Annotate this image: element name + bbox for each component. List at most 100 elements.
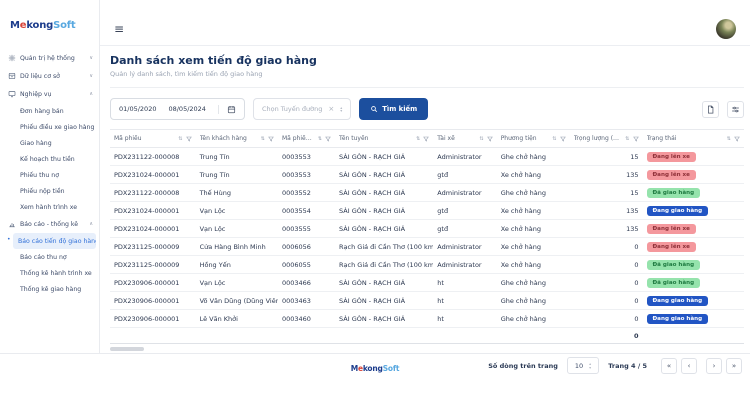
filter-icon[interactable] [734,136,740,142]
column-header-phuong_tien[interactable]: Phương tiện⇅ [497,130,570,148]
cell-ma_phieu: PDX230906-000001 [110,292,196,310]
filter-icon[interactable] [186,136,192,142]
prev-page-button[interactable]: ‹ [681,358,697,374]
cell-ten_khach_hang: Lê Văn Khởi [196,310,278,328]
table-row[interactable]: PDX231024-000001Vạn Lộc0003555SÀI GÒN - … [110,220,744,238]
filter-icon[interactable] [325,136,331,142]
sidebar-item[interactable]: Thống kê giao hàng [0,281,99,297]
last-page-button[interactable]: » [726,358,742,374]
clear-icon[interactable]: × [328,105,334,113]
column-header-ma_phieu[interactable]: Mã phiếu⇅ [110,130,196,148]
export-file-button[interactable] [702,101,719,118]
sort-icon[interactable]: ⇅ [416,136,420,142]
cell-trang_thai: Đang lên xe [643,166,745,184]
total-weight: 0 [110,328,643,344]
cell-ma_phieu: PDX231122-000008 [110,184,196,202]
cell-trong_luong: 15 [570,184,643,202]
sliders-icon [731,105,740,114]
main-area: ≡ Danh sách xem tiến độ giao hàng Quản l… [100,0,750,353]
rows-per-page-select[interactable]: 10 ▴▾ [567,357,599,374]
content: Danh sách xem tiến độ giao hàng Quản lý … [100,46,750,353]
sidebar-section-quan-tri-he-thong[interactable]: Quản trị hệ thống∨ [0,49,99,67]
sidebar-item[interactable]: Phiếu điều xe giao hàng [0,119,99,135]
cell-ma_phieu: PDX231125-000009 [110,238,196,256]
sidebar-item[interactable]: Kế hoạch thu tiền [0,151,99,167]
brand-logo[interactable]: MekongSoft [0,20,99,31]
calendar-icon[interactable] [218,105,236,114]
column-header-trong_luong[interactable]: Trọng lượng (kg)⇅ [570,130,643,148]
date-range-input[interactable]: 01/05/2020 08/05/2024 [110,98,245,120]
table-row[interactable]: PDX231024-000001Trung Tín0003553SÀI GÒN … [110,166,744,184]
table-row[interactable]: PDX231125-000009Cửa Hàng Bình Minh000605… [110,238,744,256]
filter-icon[interactable] [560,136,566,142]
table-row[interactable]: PDX231024-000001Vạn Lộc0003554SÀI GÒN - … [110,202,744,220]
sidebar-item[interactable]: Xem hành trình xe [0,199,99,215]
cell-ma_phieu_ban_hang: 0006055 [278,256,335,274]
column-settings-button[interactable] [727,101,744,118]
table-row[interactable]: PDX230906-000001Võ Văn Dũng (Dũng Viên)0… [110,292,744,310]
cell-ten_tuyen: SÀI GÒN - RẠCH GIÁ [335,310,433,328]
sidebar-item[interactable]: Báo cáo thu nợ [0,249,99,265]
table-row[interactable]: PDX231122-000008Trung Tín0003553SÀI GÒN … [110,148,744,166]
sidebar-item[interactable]: Đơn hàng bán [0,103,99,119]
file-icon [706,105,715,114]
date-to-value[interactable]: 08/05/2024 [168,105,205,113]
menu-icon[interactable]: ≡ [114,23,124,35]
sidebar-item[interactable]: Giao hàng [0,135,99,151]
sidebar-section-bao-cao-thong-ke[interactable]: Báo cáo - thống kê∧ [0,215,99,233]
brand-part-m: M [10,20,20,31]
sidebar-item[interactable]: Thống kê hành trình xe [0,265,99,281]
next-page-button[interactable]: › [706,358,722,374]
filter-icon[interactable] [423,136,429,142]
sidebar-item-wrap: Thống kê giao hàng [0,281,99,297]
sort-icon[interactable]: ⇅ [552,136,556,142]
cell-tai_xe: ht [433,274,496,292]
sidebar-item-wrap: Phiếu điều xe giao hàng [0,119,99,135]
sidebar-item[interactable]: Phiếu thu nợ [0,167,99,183]
topbar: ≡ [100,0,750,46]
table-row[interactable]: PDX230906-000001Lê Văn Khởi0003460SÀI GÒ… [110,310,744,328]
route-select-placeholder: Chọn Tuyến đường [262,105,322,113]
sort-icon[interactable]: ⇅ [625,136,629,142]
chevron-up-icon: ∧ [89,91,93,97]
sort-icon[interactable]: ⇅ [318,136,322,142]
cell-tai_xe: gtđ [433,202,496,220]
sidebar-section-du-lieu-co-so[interactable]: Dữ liệu cơ sở∨ [0,67,99,85]
status-badge: Đã giao hàng [647,278,701,288]
cell-ten_tuyen: SÀI GÒN - RẠCH GIÁ [335,202,433,220]
sidebar-item[interactable]: Phiếu nộp tiền [0,183,99,199]
column-header-trang_thai[interactable]: Trạng thái⇅ [643,130,745,148]
sort-icon[interactable]: ⇅ [479,136,483,142]
spinner-icon[interactable]: ▴▾ [589,362,591,369]
table-row[interactable]: PDX231125-000009Hồng Yến0006055Rạch Giá … [110,256,744,274]
first-page-button[interactable]: « [661,358,677,374]
sort-icon[interactable]: ⇅ [178,136,182,142]
date-from-value[interactable]: 01/05/2020 [119,105,156,113]
search-button[interactable]: Tìm kiếm [359,98,428,120]
cell-trong_luong: 135 [570,166,643,184]
sidebar-section-nghiep-vu[interactable]: Nghiệp vụ∧ [0,85,99,103]
avatar[interactable] [716,19,736,39]
cell-tai_xe: gtđ [433,220,496,238]
divider [110,87,744,88]
table-row[interactable]: PDX230906-000001Vạn Lộc0003466SÀI GÒN - … [110,274,744,292]
route-select[interactable]: Chọn Tuyến đường × ▴▾ [253,98,351,120]
column-header-ten_khach_hang[interactable]: Tên khách hàng⇅ [196,130,278,148]
column-header-ten_tuyen[interactable]: Tên tuyến⇅ [335,130,433,148]
filter-icon[interactable] [633,136,639,142]
column-header-tai_xe[interactable]: Tài xế⇅ [433,130,496,148]
page-title: Danh sách xem tiến độ giao hàng [110,54,744,67]
filter-icon[interactable] [268,136,274,142]
sort-icon[interactable]: ⇅ [727,136,731,142]
filter-icon[interactable] [487,136,493,142]
table-row[interactable]: PDX231122-000008Thế Hùng0003552SÀI GÒN -… [110,184,744,202]
scrollbar-thumb[interactable] [110,347,144,351]
sidebar: MekongSoft Quản trị hệ thống∨Dữ liệu cơ … [0,0,100,353]
column-header-ma_phieu_ban_hang[interactable]: Mã phiếu bán hàng⇅ [278,130,335,148]
sidebar-section-label: Quản trị hệ thống [20,55,75,62]
status-badge: Đang lên xe [647,152,696,162]
sidebar-item[interactable]: Báo cáo tiến độ giao hàng [13,233,96,249]
sidebar-item-wrap: •Báo cáo tiến độ giao hàng [0,233,99,249]
cell-ten_tuyen: SÀI GÒN - RẠCH GIÁ [335,184,433,202]
sort-icon[interactable]: ⇅ [261,136,265,142]
